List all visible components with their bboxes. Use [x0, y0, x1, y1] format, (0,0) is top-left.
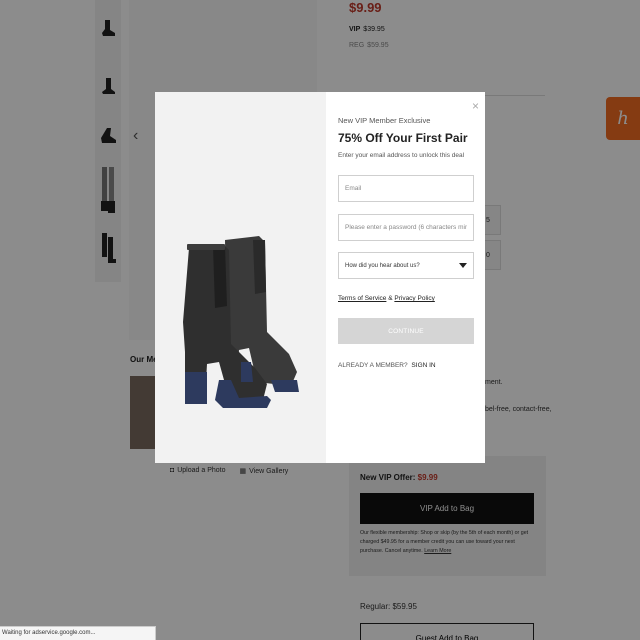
modal-product-image	[155, 92, 326, 463]
ampersand: &	[388, 295, 393, 302]
sign-in-link[interactable]: SIGN IN	[411, 362, 435, 369]
modal-subtitle: Enter your email address to unlock this …	[338, 152, 465, 159]
email-field[interactable]	[338, 175, 474, 202]
legal-links: Terms of Service & Privacy Policy	[338, 295, 435, 302]
continue-button[interactable]: CONTINUE	[338, 318, 474, 344]
terms-of-service-link[interactable]: Terms of Service	[338, 295, 386, 302]
vip-signup-modal: × New VIP Member Exclusive 75% Off Your …	[155, 92, 485, 463]
already-member-line: ALREADY A MEMBER? SIGN IN	[338, 362, 436, 369]
privacy-policy-link[interactable]: Privacy Policy	[394, 295, 434, 302]
browser-status-bar: Waiting for adservice.google.com...	[0, 626, 156, 640]
signup-form: × New VIP Member Exclusive 75% Off Your …	[326, 92, 485, 463]
select-label: How did you hear about us?	[345, 262, 420, 269]
chevron-down-icon	[459, 263, 467, 268]
modal-eyebrow: New VIP Member Exclusive	[338, 116, 431, 125]
modal-title: 75% Off Your First Pair	[338, 131, 468, 145]
close-icon[interactable]: ×	[472, 100, 479, 112]
password-field[interactable]	[338, 214, 474, 241]
ankle-boot-image	[183, 236, 299, 408]
referral-source-select[interactable]: How did you hear about us?	[338, 252, 474, 279]
already-member-text: ALREADY A MEMBER?	[338, 362, 408, 369]
